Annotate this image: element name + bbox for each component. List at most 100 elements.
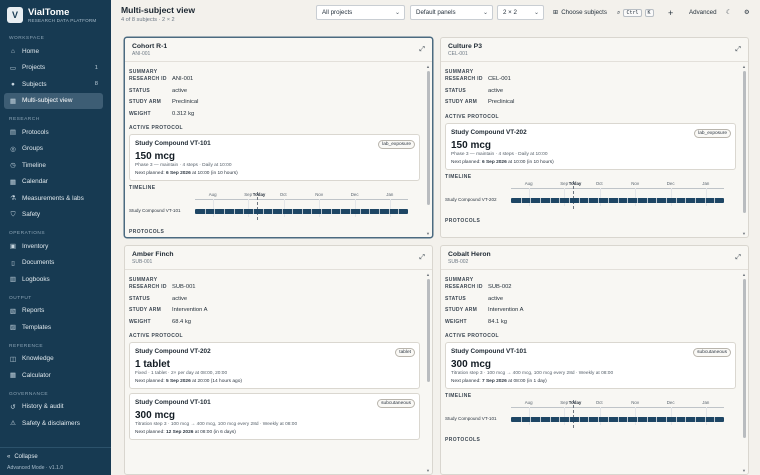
choose-subjects-button[interactable]: ⊞ Choose subjects	[553, 5, 607, 20]
timeline-dose-mark	[233, 209, 235, 214]
scroll-up-icon[interactable]: ▲	[742, 272, 746, 277]
protocol-card[interactable]: Study Compound VT-101 subcutaneous 300 mcg…	[129, 393, 420, 440]
timeline-dose-mark	[636, 417, 638, 422]
timeline-dose-mark	[607, 417, 609, 422]
active-protocol-heading: ACTIVE PROTOCOL	[445, 333, 499, 339]
settings-button[interactable]: ⚙	[744, 5, 750, 20]
timeline-dose-mark	[578, 197, 580, 203]
protocol-card[interactable]: Study Compound VT-101 lab_exposure 150 mcg…	[129, 134, 420, 181]
timeline-dose-mark	[665, 197, 667, 203]
timeline-gridline	[670, 407, 672, 425]
timeline-dose-mark	[714, 417, 716, 422]
protocols-heading: PROTOCOLS	[445, 217, 481, 224]
sidebar-item-templates[interactable]: ▨ Templates	[0, 319, 111, 336]
scroll-up-icon[interactable]: ▲	[426, 272, 430, 277]
timeline-dose-mark	[520, 197, 522, 203]
protocol-card[interactable]: Study Compound VT-202 lab_exposure 150 mcg…	[445, 122, 736, 170]
timeline-dose-mark	[665, 417, 667, 422]
card-scrollbar[interactable]: ▲ ▼	[426, 272, 431, 473]
expand-icon[interactable]: ⤢	[735, 46, 741, 54]
card-scrollbar[interactable]: ▲ ▼	[426, 64, 431, 236]
subject-card[interactable]: Cohort R-1 ANI-001 ⤢ SUMMARY RESEARCH ID ANI-…	[124, 37, 433, 238]
timeline-gridline	[599, 407, 601, 425]
timeline-dose-mark	[301, 209, 303, 214]
scroll-down-icon[interactable]: ▼	[742, 468, 746, 473]
expand-icon[interactable]: ⤢	[735, 254, 741, 262]
card-scrollbar[interactable]: ▲ ▼	[742, 272, 747, 473]
subject-card[interactable]: Culture P3 CEL-001 ⤢ SUMMARY RESEARCH ID CEL-…	[440, 37, 749, 238]
add-button[interactable]: +	[668, 5, 673, 20]
scroll-up-icon[interactable]: ▲	[426, 64, 430, 69]
sidebar-item-safety-disclaimers[interactable]: ⚠ Safety & disclaimers	[0, 415, 111, 432]
panels-select[interactable]: Default panels ⌄	[410, 5, 493, 20]
protocol-card[interactable]: Study Compound VT-202 tablet 1 tablet Fixed…	[129, 342, 420, 389]
sidebar-item-reports[interactable]: ▧ Reports	[0, 303, 111, 320]
project-select[interactable]: All projects ⌄	[316, 5, 405, 20]
topbar: Multi-subject view 4 of 8 subjects · 2 ×…	[111, 0, 760, 28]
expand-icon[interactable]: ⤢	[419, 46, 425, 54]
app-version: Advanced Mode · v1.1.0	[7, 465, 64, 471]
sidebar-item-knowledge[interactable]: ◫ Knowledge	[0, 351, 111, 368]
scrollbar-thumb[interactable]	[427, 71, 430, 206]
scroll-up-icon[interactable]: ▲	[742, 64, 746, 69]
panels-select-value: Default panels	[416, 9, 456, 16]
timeline-gridline	[706, 187, 708, 206]
sidebar-item-projects[interactable]: ▭ Projects 1	[0, 60, 111, 77]
next-planned-date: 6 Sep 2026	[481, 159, 507, 165]
subject-card[interactable]: Cobalt Heron SUB-002 ⤢ SUMMARY RESEARCH ID SU…	[440, 245, 749, 475]
sidebar-item-protocols[interactable]: ▤ Protocols	[0, 124, 111, 141]
folder-icon: ▭	[9, 64, 17, 72]
search-button[interactable]: ⌕ Ctrl K	[617, 5, 654, 20]
sidebar-item-multi-subject-view[interactable]: ▦ Multi-subject view	[4, 92, 103, 109]
card-scrollbar[interactable]: ▲ ▼	[742, 64, 747, 236]
summary-heading: SUMMARY	[445, 69, 474, 75]
scrollbar-thumb[interactable]	[743, 71, 746, 214]
scroll-down-icon[interactable]: ▼	[426, 468, 430, 473]
sidebar-item-timeline[interactable]: ◷ Timeline	[0, 157, 111, 174]
sidebar-item-safety[interactable]: ⛉ Safety	[0, 207, 111, 224]
collapse-button[interactable]: « Collapse	[7, 451, 104, 463]
subject-card[interactable]: Amber Finch SUB-001 ⤢ SUMMARY RESEARCH ID SUB…	[124, 245, 433, 475]
sidebar-item-label: Knowledge	[22, 355, 54, 363]
sidebar-item-calendar[interactable]: ▦ Calendar	[0, 174, 111, 191]
summary-key: WEIGHT	[129, 110, 151, 117]
sidebar-item-measurements-labs[interactable]: ⚗ Measurements & labs	[0, 190, 111, 207]
book-open-icon: ◫	[9, 355, 17, 363]
sidebar-item-history-audit[interactable]: ↺ History & audit	[0, 399, 111, 416]
sidebar-item-subjects[interactable]: ● Subjects 8	[0, 76, 111, 93]
expand-icon[interactable]: ⤢	[419, 254, 425, 262]
theme-toggle[interactable]: ☾	[726, 5, 732, 20]
next-planned: Next planned: 12 Sep 2026 at 08:00 (in 6…	[135, 430, 414, 435]
sidebar-item-logbooks[interactable]: ▥ Logbooks	[0, 271, 111, 288]
brand[interactable]: V VialTome RESEARCH DATA PLATFORM	[0, 0, 111, 31]
scroll-down-icon[interactable]: ▼	[426, 231, 430, 236]
sidebar-item-calculator[interactable]: ▦ Calculator	[0, 367, 111, 384]
timeline-gridline	[599, 187, 601, 206]
protocol-schedule: Titration step 3 · 100 mcg → 400 mcg, 10…	[135, 422, 298, 427]
sidebar-item-home[interactable]: ⌂ Home	[0, 43, 111, 60]
summary-row-research-id: RESEARCH ID CEL-001	[445, 76, 736, 88]
sidebar-item-label: Measurements & labs	[22, 194, 84, 202]
grid-size-select[interactable]: 2 × 2 ⌄	[497, 5, 544, 20]
route-badge: tablet	[395, 348, 415, 357]
protocol-card[interactable]: Study Compound VT-101 subcutaneous 300 mcg…	[445, 342, 736, 389]
grid-icon: ▦	[9, 97, 17, 105]
summary-value: active	[172, 87, 188, 94]
timeline-month-label: Sep	[244, 192, 253, 197]
sidebar-item-count: 8	[94, 81, 98, 88]
sidebar-item-groups[interactable]: ◎ Groups	[0, 141, 111, 158]
subject-id: SUB-001	[132, 259, 153, 265]
sidebar-item-inventory[interactable]: ▣ Inventory	[0, 238, 111, 255]
sidebar-item-documents[interactable]: ▯ Documents	[0, 255, 111, 272]
summary-value: CEL-001	[488, 76, 511, 82]
scrollbar-thumb[interactable]	[427, 279, 430, 382]
advanced-mode-toggle[interactable]: Advanced	[689, 5, 717, 20]
nav-section-label: RESEARCH	[9, 117, 40, 122]
sidebar: V VialTome RESEARCH DATA PLATFORM WORKSP…	[0, 0, 111, 475]
scrollbar-thumb[interactable]	[743, 279, 746, 438]
next-planned-time: at 08:00 (in 1 day)	[508, 379, 547, 384]
active-protocol-heading: ACTIVE PROTOCOL	[445, 113, 499, 120]
subject-card-header: Culture P3 CEL-001 ⤢	[441, 38, 748, 62]
timeline-heading: TIMELINE	[129, 185, 156, 191]
scroll-down-icon[interactable]: ▼	[742, 231, 746, 236]
